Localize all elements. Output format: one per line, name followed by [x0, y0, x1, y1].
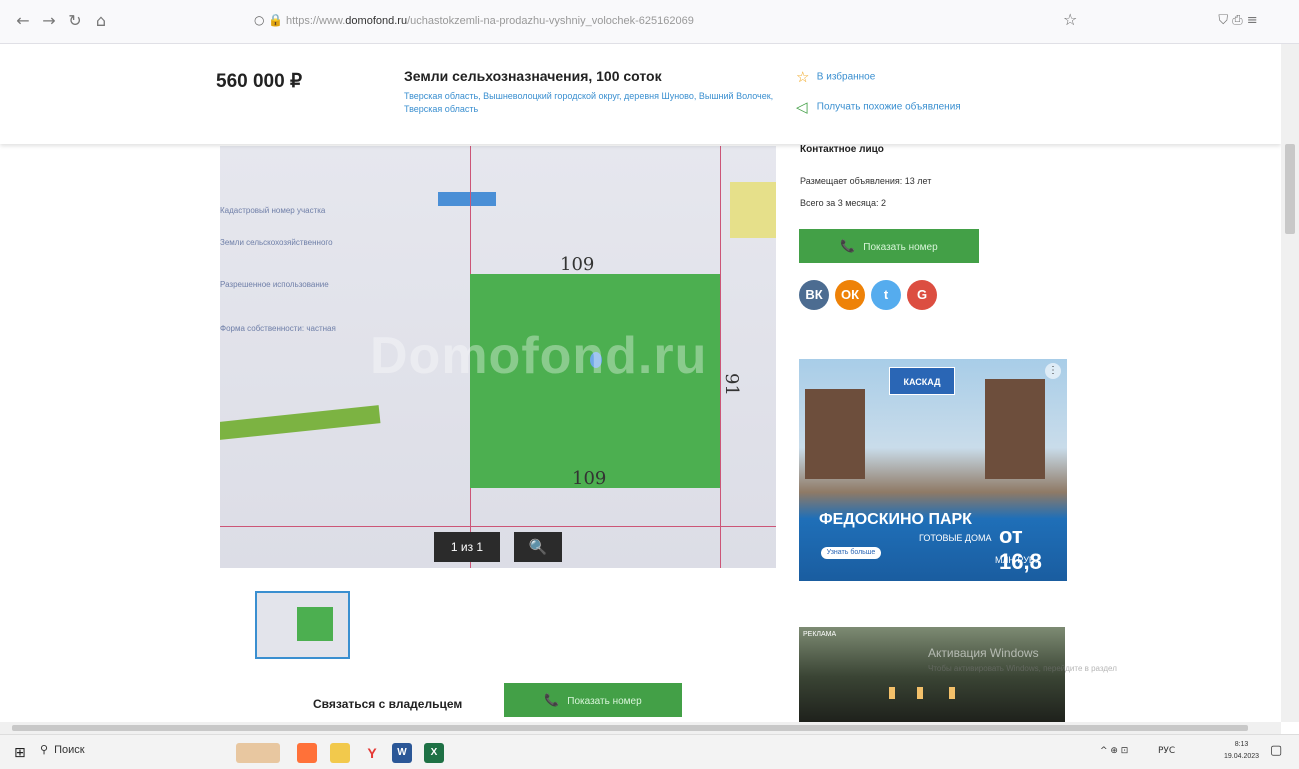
listing-photo[interactable]: Кадастровый номер участка Земли сельскох…	[220, 146, 776, 568]
start-icon[interactable]: ⊞	[14, 745, 26, 761]
add-favorite-label: В избранное	[816, 71, 876, 83]
thumbnail-plot	[297, 607, 333, 641]
photo-thumbnail[interactable]	[255, 591, 350, 659]
browser-toolbar: ← → ↻ ⌂ ○ 🔒 https://www.domofond.ru/ucha…	[0, 0, 1299, 44]
show-phone-button-bottom[interactable]: 📞 Показать номер	[504, 683, 682, 717]
back-icon[interactable]: ←	[12, 10, 34, 32]
word-icon[interactable]: W	[392, 743, 412, 763]
ad-banner-fedoskino[interactable]: КАСКАД ⋮ ФЕДОСКИНО ПАРК ГОТОВЫЕ ДОМА от …	[799, 359, 1067, 581]
ad-more-button[interactable]: Узнать больше	[821, 547, 881, 559]
zoom-icon[interactable]: 🔍	[514, 532, 562, 562]
twitter-share-icon[interactable]: t	[871, 280, 901, 310]
posting-since: Размещает объявления: 13 лет	[800, 176, 932, 186]
vertical-scrollbar[interactable]	[1281, 44, 1299, 722]
home-icon[interactable]: ⌂	[90, 10, 112, 32]
sticky-listing-header: 560 000 ₽ Земли сельхозназначения, 100 с…	[0, 44, 1281, 144]
windows-activation-watermark: Активация Windows Чтобы активировать Win…	[928, 646, 1117, 673]
subscribe-similar-link[interactable]: ◁ Получать похожие объявления	[796, 98, 961, 116]
ad-light	[889, 687, 895, 699]
photo-text-line: Земли сельскохозяйственного	[220, 238, 333, 247]
notification-icon[interactable]: ▢	[1270, 743, 1282, 758]
photo-text-line: Форма собственности: частная	[220, 324, 336, 333]
bookmark-star-icon[interactable]: ☆	[1063, 10, 1077, 29]
notify-icon: ◁	[796, 98, 808, 116]
page-viewport: 560 000 ₽ Земли сельхозназначения, 100 с…	[0, 44, 1281, 722]
search-label: Поиск	[54, 744, 85, 756]
scrollbar-thumb[interactable]	[12, 725, 1248, 731]
ad-house-image	[805, 389, 865, 479]
system-tray-icons[interactable]: ^ ⊕ ⊡	[1100, 746, 1128, 756]
listing-title: Земли сельхозназначения, 100 соток	[404, 68, 662, 84]
show-phone-label: Показать номер	[567, 696, 642, 707]
address-bar[interactable]: ○ 🔒 https://www.domofond.ru/uchastokzeml…	[246, 9, 1081, 35]
plot-boundary	[720, 146, 721, 568]
ad-light	[949, 687, 955, 699]
star-icon: ☆	[796, 68, 810, 86]
listing-address-link[interactable]: Тверская область, Вышневолоцкий городско…	[404, 90, 784, 116]
contact-person-heading: Контактное лицо	[800, 144, 884, 155]
forward-icon[interactable]: →	[38, 10, 60, 32]
taskbar-search[interactable]: ⚲ Поиск	[40, 743, 220, 763]
file-explorer-icon[interactable]	[330, 743, 350, 763]
ok-share-icon[interactable]: ОК	[835, 280, 865, 310]
ad-price-unit: МЛН РУБ.	[995, 555, 1038, 565]
ad-tag: РЕКЛАМА	[803, 631, 837, 638]
clock-time: 8:13	[1234, 741, 1249, 748]
photo-counter: 1 из 1	[434, 532, 500, 562]
excel-icon[interactable]: X	[424, 743, 444, 763]
search-icon: ⚲	[40, 743, 49, 756]
total-listings: Всего за 3 месяца: 2	[800, 198, 886, 208]
handwritten-label-bottom: 109	[572, 468, 607, 489]
url-text[interactable]: https://www.domofond.ru/uchastokzemli-na…	[286, 15, 694, 27]
show-phone-button[interactable]: 📞 Показать номер	[799, 229, 979, 263]
ad-logo: КАСКАД	[889, 367, 955, 395]
ad-price: от 16,8	[999, 523, 1042, 574]
phone-icon: 📞	[840, 239, 856, 253]
subscribe-similar-label: Получать похожие объявления	[816, 101, 961, 113]
activation-title: Активация Windows	[928, 646, 1039, 660]
taskbar-clock[interactable]: 8:13 19.04.2023	[1224, 739, 1259, 763]
yandex-browser-icon[interactable]: Y	[362, 743, 382, 763]
scrollbar-thumb[interactable]	[1285, 144, 1295, 234]
photo-text-line: Кадастровый номер участка	[220, 206, 326, 215]
plot-boundary	[220, 526, 776, 527]
handwritten-label-right: 91	[720, 373, 742, 396]
clock-date: 19.04.2023	[1224, 753, 1260, 760]
photo-map-tag	[438, 192, 496, 206]
language-indicator[interactable]: РУС	[1158, 746, 1175, 756]
show-phone-label: Показать номер	[863, 242, 938, 253]
reload-icon[interactable]: ↻	[64, 10, 86, 32]
ad-banner-second[interactable]: РЕКЛАМА	[799, 627, 1065, 722]
vk-share-icon[interactable]: ВК	[799, 280, 829, 310]
photo-corner-mark	[730, 182, 776, 238]
horizontal-scrollbar[interactable]	[0, 722, 1281, 734]
photo-watermark: Domofond.ru	[370, 327, 708, 385]
ad-subheadline: ГОТОВЫЕ ДОМА	[919, 533, 992, 543]
windows-taskbar: ⊞ ⚲ Поиск Y W X ^ ⊕ ⊡ РУС 8:13 19.04.2023…	[0, 734, 1299, 769]
listing-price: 560 000 ₽	[216, 71, 303, 92]
phone-icon: 📞	[544, 693, 560, 707]
contact-owner-label: Связаться с владельцем	[313, 697, 463, 711]
firefox-icon[interactable]	[297, 743, 317, 763]
add-favorite-link[interactable]: ☆ В избранное	[796, 68, 875, 86]
ad-light	[917, 687, 923, 699]
browser-menu-icons[interactable]: ⛉ ⎙ ≡	[1198, 10, 1278, 32]
photo-text-line: Разрешенное использование	[220, 280, 329, 289]
taskbar-widget-icon[interactable]	[236, 743, 280, 763]
ad-close-icon[interactable]: ⋮	[1045, 363, 1061, 379]
ad-headline: ФЕДОСКИНО ПАРК	[819, 511, 972, 528]
handwritten-label-top: 109	[560, 254, 595, 275]
google-share-icon[interactable]: G	[907, 280, 937, 310]
ad-house-image	[985, 379, 1045, 479]
activation-subtitle: Чтобы активировать Windows, перейдите в …	[928, 664, 1117, 673]
lock-icon: ○ 🔒	[254, 13, 284, 27]
